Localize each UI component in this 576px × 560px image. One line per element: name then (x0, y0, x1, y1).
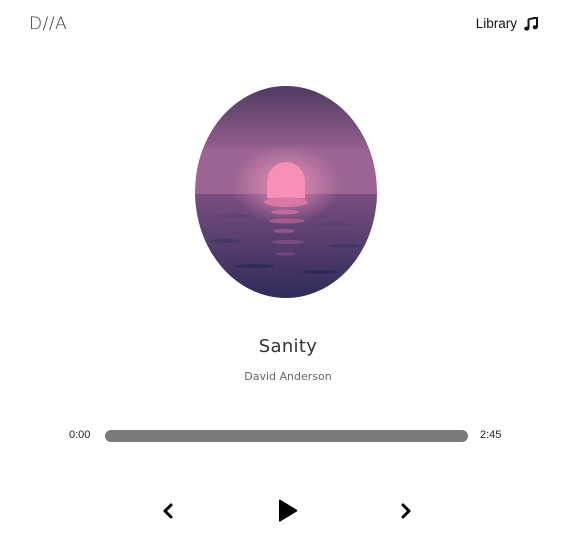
current-time: 0:00 (69, 429, 91, 441)
chevron-right-icon (400, 503, 412, 523)
app-logo[interactable]: D//A (29, 14, 67, 34)
library-label: Library (475, 16, 517, 31)
total-time: 2:45 (480, 429, 502, 441)
song-artist: David Anderson (244, 370, 332, 383)
next-button[interactable] (396, 502, 416, 524)
album-cover (195, 86, 377, 298)
play-button[interactable] (272, 498, 302, 528)
library-link[interactable]: Library (476, 16, 538, 31)
song-title: Sanity (258, 336, 318, 357)
previous-button[interactable] (158, 502, 178, 524)
music-note-icon (524, 16, 538, 31)
play-icon (275, 498, 299, 528)
chevron-left-icon (162, 503, 174, 523)
progress-bar[interactable] (105, 430, 468, 442)
